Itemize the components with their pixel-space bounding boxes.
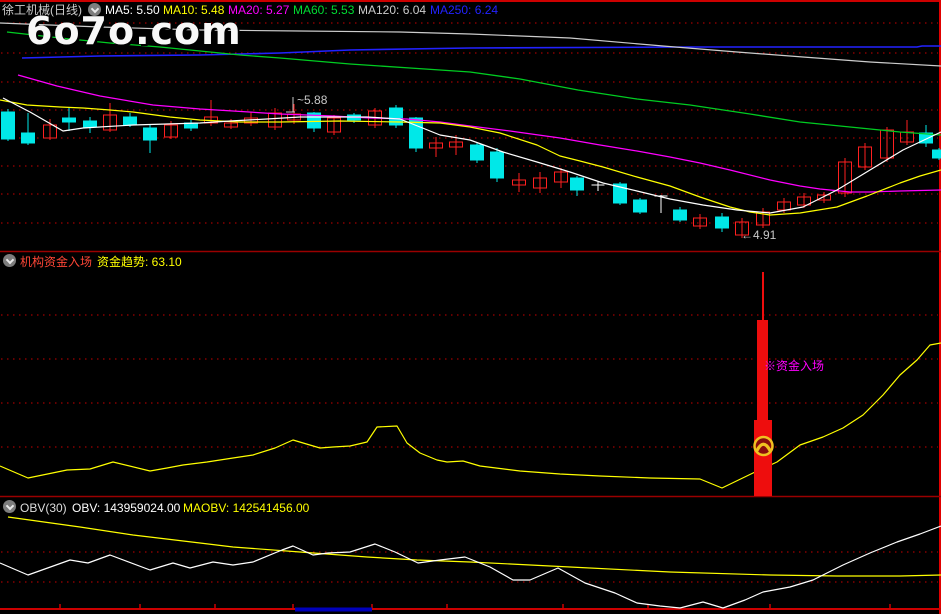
low-price-marker: ←4.91 <box>741 228 777 242</box>
time-axis <box>0 604 941 612</box>
down-candle <box>932 149 941 159</box>
axis-highlight-segment <box>295 607 372 612</box>
fund-entry-signal-label: ※资金入场 <box>764 359 825 373</box>
grid-lines <box>1 22 938 583</box>
down-candle <box>1 111 15 140</box>
obv-line <box>0 525 941 609</box>
watermark: 6o7o.com <box>26 9 242 53</box>
fund-signal-bar <box>754 272 772 496</box>
down-candle <box>715 216 729 229</box>
obv-value-label: OBV: 143959024.00 <box>72 501 181 515</box>
fund-panel-title: 机构资金入场 <box>20 255 93 269</box>
fund-entry-coin-icon <box>753 435 774 457</box>
maobv-value-label: MAOBV: 142541456.00 <box>183 501 310 515</box>
down-candle <box>123 116 137 126</box>
ma250-label: MA250: 6.24 <box>430 3 499 17</box>
chevron-down-icon[interactable] <box>3 500 16 513</box>
high-price-marker: ~5.88 <box>297 93 328 107</box>
panel-borders <box>0 0 941 614</box>
ma60-label: MA60: 5.53 <box>293 3 355 17</box>
obv-panel-title: OBV(30) <box>20 501 67 515</box>
down-candle <box>490 151 504 179</box>
candlestick-series <box>1 100 941 238</box>
maobv-line <box>7 516 941 577</box>
chart-canvas[interactable] <box>0 0 941 614</box>
ma120-label: MA120: 6.04 <box>358 3 427 17</box>
chevron-down-icon[interactable] <box>3 254 16 267</box>
trading-app-window: 徐工机械(日线) MA5: 5.50 MA10: 5.48 MA20: 5.27… <box>0 0 941 614</box>
fund-trend-value: 资金趋势: 63.10 <box>97 255 182 269</box>
down-candle <box>21 132 35 144</box>
down-candle <box>673 209 687 221</box>
down-candle <box>143 127 157 141</box>
down-candle <box>570 177 584 191</box>
down-candle <box>470 144 484 161</box>
down-candle <box>62 117 76 123</box>
down-candle <box>633 199 647 213</box>
down-candle <box>83 120 97 128</box>
